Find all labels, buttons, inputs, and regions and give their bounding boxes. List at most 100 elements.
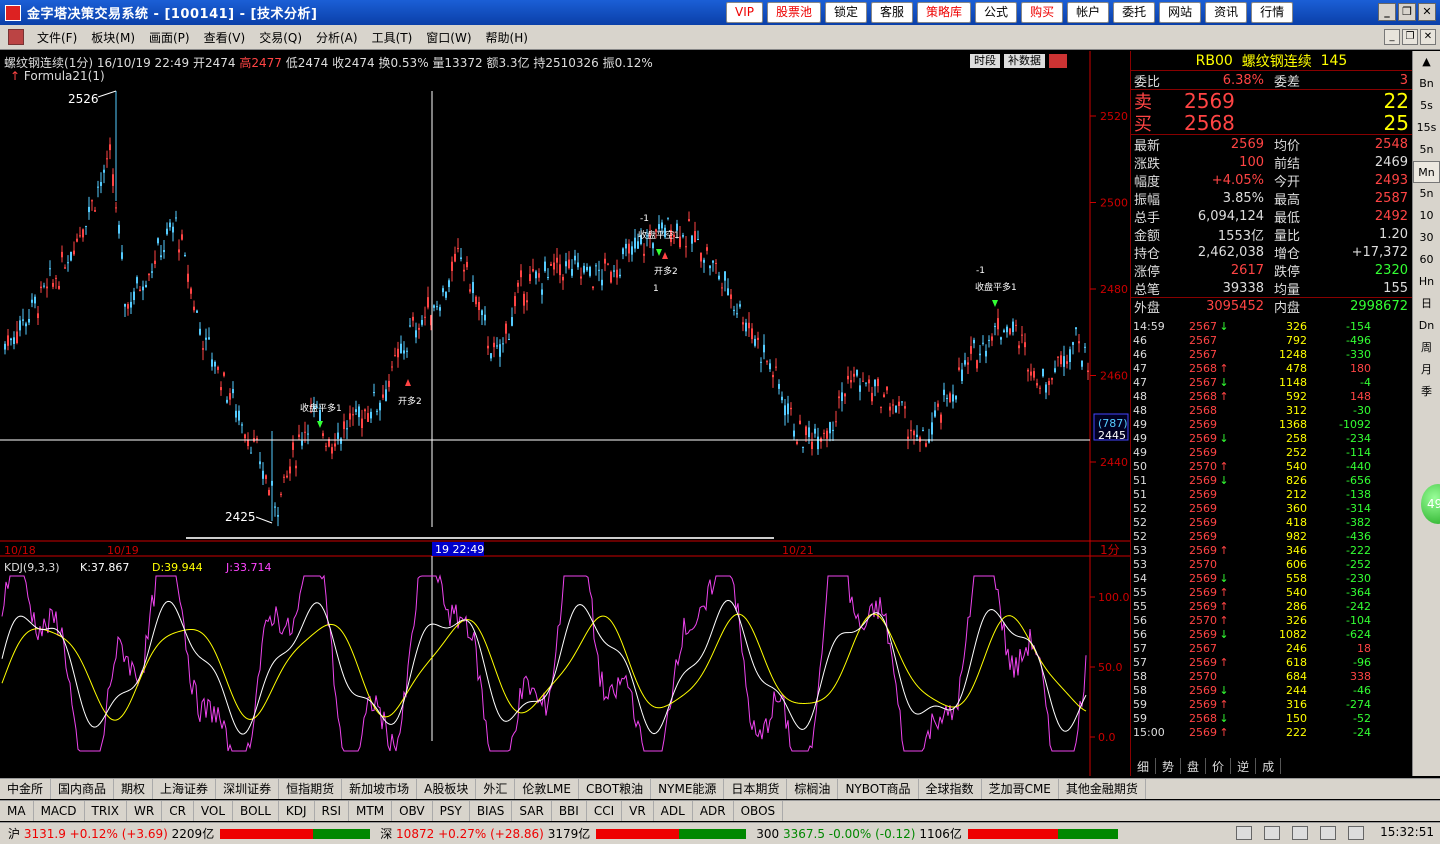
top-button[interactable]: 资讯	[1205, 2, 1248, 23]
top-button[interactable]: 锁定	[825, 2, 868, 23]
market-tab[interactable]: 全球指数	[919, 779, 982, 799]
minimize-icon[interactable]: _	[1378, 3, 1396, 21]
tick-list[interactable]: 14:59 2567 ↓ 326 -154 46 2567 792 -496 46 2567 1248…	[1131, 319, 1413, 739]
top-button[interactable]: 客服	[871, 2, 914, 23]
buy-row[interactable]: 买 2568 25	[1131, 111, 1412, 135]
formula-label[interactable]: ↑ Formula21(1)	[10, 69, 105, 83]
indicator-tab[interactable]: KDJ	[279, 801, 315, 821]
indicator-tab[interactable]: OBV	[392, 801, 433, 821]
quote-tab[interactable]: 价	[1206, 758, 1232, 774]
menu-item[interactable]: 板块(M)	[84, 29, 142, 46]
close-icon[interactable]: ✕	[1418, 3, 1436, 21]
menu-item[interactable]: 文件(F)	[30, 29, 84, 46]
message-icon[interactable]	[1320, 826, 1336, 840]
quote-tab[interactable]: 细	[1131, 758, 1157, 774]
sidebar-period[interactable]: 60	[1413, 249, 1440, 271]
market-tab[interactable]: 国内商品	[51, 779, 115, 799]
top-button[interactable]: 行情	[1251, 2, 1294, 23]
indicator-tab[interactable]: WR	[127, 801, 163, 821]
indicator-tab[interactable]: BBI	[552, 801, 587, 821]
top-button[interactable]: 股票池	[766, 2, 821, 23]
market-tab[interactable]: 芝加哥CME	[982, 779, 1059, 799]
market-tab[interactable]: CBOT粮油	[579, 779, 652, 799]
market-tab[interactable]: 恒指期货	[279, 779, 343, 799]
indicator-tab[interactable]: OBOS	[734, 801, 784, 821]
market-tab[interactable]: NYME能源	[651, 779, 725, 799]
market-tab[interactable]: 上海证券	[153, 779, 217, 799]
restore-icon[interactable]: ❐	[1398, 3, 1416, 21]
market-tab[interactable]: 其他金融期货	[1059, 779, 1146, 799]
menu-item[interactable]: 工具(T)	[365, 29, 420, 46]
menu-item[interactable]: 窗口(W)	[419, 29, 478, 46]
wrench-icon[interactable]	[1292, 826, 1308, 840]
indicator-tab[interactable]: BIAS	[470, 801, 513, 821]
indicator-tab[interactable]: CCI	[587, 801, 623, 821]
mdi-close-icon[interactable]: ✕	[1420, 29, 1436, 45]
tools-icon[interactable]	[1264, 826, 1280, 840]
sidebar-period[interactable]: 10	[1413, 205, 1440, 227]
menu-item[interactable]: 查看(V)	[197, 29, 253, 46]
sidebar-period[interactable]: 30	[1413, 227, 1440, 249]
indicator-tab[interactable]: MTM	[349, 801, 393, 821]
market-tab[interactable]: 新加坡市场	[342, 779, 418, 799]
indicator-tab[interactable]: ADR	[693, 801, 734, 821]
sidebar-period[interactable]: 5n	[1413, 183, 1440, 205]
top-button[interactable]: 公式	[975, 2, 1018, 23]
menu-item[interactable]: 分析(A)	[309, 29, 365, 46]
indicator-tab[interactable]: VOL	[194, 801, 234, 821]
sidebar-period[interactable]: 周	[1413, 337, 1440, 359]
market-tab[interactable]: 棕榈油	[787, 779, 839, 799]
market-tab[interactable]: 日本期货	[724, 779, 788, 799]
fill-data-button[interactable]: 补数据	[1004, 54, 1045, 68]
top-button[interactable]: 购买	[1021, 2, 1064, 23]
menu-item[interactable]: 帮助(H)	[479, 29, 535, 46]
chart-area[interactable]: 2520 2500 2480 2460 2440 2526 2425 (787) 2445 10/…	[0, 51, 1130, 776]
market-tab[interactable]: 中金所	[0, 779, 52, 799]
sidebar-period[interactable]: 15s	[1413, 117, 1440, 139]
sidebar-period[interactable]: Mn	[1413, 161, 1440, 183]
quote-tab[interactable]: 逆	[1231, 758, 1257, 774]
sh-index[interactable]: 沪 3131.9 +0.12% (+3.69) 2209亿	[8, 825, 371, 842]
indicator-tab[interactable]: MA	[0, 801, 34, 821]
sidebar-period[interactable]: 月	[1413, 359, 1440, 381]
period-button[interactable]: 时段	[970, 54, 1000, 68]
indicator-tab[interactable]: CR	[162, 801, 194, 821]
indicator-tab[interactable]: MACD	[34, 801, 85, 821]
indicator-tab[interactable]: VR	[622, 801, 654, 821]
market-tab[interactable]: A股板块	[417, 779, 477, 799]
top-button[interactable]: 网站	[1159, 2, 1202, 23]
quote-tab[interactable]: 盘	[1181, 758, 1207, 774]
hs300-index[interactable]: 300 3367.5 -0.00% (-0.12) 1106亿	[756, 825, 1118, 842]
mdi-minimize-icon[interactable]: _	[1384, 29, 1400, 45]
quote-tab[interactable]: 成	[1256, 758, 1282, 774]
indicator-tab[interactable]: RSI	[315, 801, 350, 821]
menu-item[interactable]: 交易(Q)	[252, 29, 309, 46]
settings-icon[interactable]	[1348, 826, 1364, 840]
sidebar-period[interactable]: 季	[1413, 381, 1440, 403]
database-icon[interactable]	[1236, 826, 1252, 840]
sidebar-period[interactable]: 5n	[1413, 139, 1440, 161]
top-button[interactable]: 帐户	[1067, 2, 1110, 23]
sidebar-period[interactable]: Dn	[1413, 315, 1440, 337]
sidebar-period[interactable]: Bn	[1413, 73, 1440, 95]
sidebar-period[interactable]: 5s	[1413, 95, 1440, 117]
data-icon[interactable]	[1049, 54, 1067, 68]
sz-index[interactable]: 深 10872 +0.27% (+28.86) 3179亿	[380, 825, 747, 842]
indicator-tab[interactable]: SAR	[512, 801, 552, 821]
document-icon[interactable]	[8, 29, 24, 45]
quote-tab[interactable]: 势	[1156, 758, 1182, 774]
top-button[interactable]: 委托	[1113, 2, 1156, 23]
market-tab[interactable]: 期权	[114, 779, 154, 799]
sidebar-scroll-up-icon[interactable]: ▲	[1413, 51, 1440, 73]
mdi-restore-icon[interactable]: ❐	[1402, 29, 1418, 45]
kline-chart[interactable]: 2520250024802460244025262425(787)244510/…	[0, 51, 1130, 776]
market-tab[interactable]: NYBOT商品	[838, 779, 919, 799]
top-button[interactable]: VIP	[726, 2, 763, 23]
indicator-tab[interactable]: BOLL	[233, 801, 279, 821]
market-tab[interactable]: 伦敦LME	[515, 779, 579, 799]
sidebar-period[interactable]: 日	[1413, 293, 1440, 315]
market-tab[interactable]: 外汇	[476, 779, 516, 799]
menu-item[interactable]: 画面(P)	[142, 29, 197, 46]
sell-row[interactable]: 卖 2569 22	[1131, 89, 1412, 113]
sidebar-period[interactable]: Hn	[1413, 271, 1440, 293]
